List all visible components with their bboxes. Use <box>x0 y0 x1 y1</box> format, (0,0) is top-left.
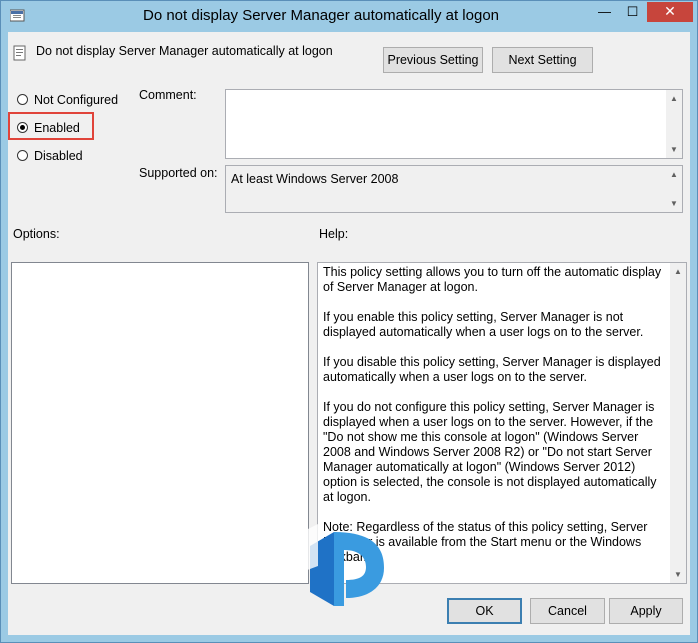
scroll-up-icon[interactable]: ▲ <box>670 170 678 179</box>
scroll-up-icon[interactable]: ▲ <box>674 267 682 276</box>
radio-button[interactable] <box>17 150 28 161</box>
options-label: Options: <box>13 227 60 241</box>
minimize-button[interactable]: — <box>591 2 618 22</box>
scroll-down-icon[interactable]: ▼ <box>674 570 682 579</box>
close-button[interactable]: ✕ <box>647 2 693 22</box>
scroll-down-icon[interactable]: ▼ <box>670 199 678 208</box>
help-scrollbar[interactable]: ▲ ▼ <box>670 263 686 583</box>
title-bar[interactable]: Do not display Server Manager automatica… <box>1 1 697 32</box>
comment-field[interactable]: ▲ ▼ <box>225 89 683 159</box>
radio-label: Enabled <box>34 121 80 135</box>
supported-on-label: Supported on: <box>139 166 218 180</box>
help-paragraph: If you enable this policy setting, Serve… <box>323 310 644 339</box>
ok-button[interactable]: OK <box>447 598 522 624</box>
next-setting-button[interactable]: Next Setting <box>492 47 593 73</box>
radio-label: Not Configured <box>34 93 119 107</box>
radio-button[interactable] <box>17 122 28 133</box>
maximize-button[interactable]: ☐ <box>619 2 646 22</box>
scroll-up-icon[interactable]: ▲ <box>670 94 678 103</box>
comment-scrollbar[interactable]: ▲ ▼ <box>666 90 682 158</box>
supported-on-field: At least Windows Server 2008 ▲ ▼ <box>225 165 683 213</box>
window-title: Do not display Server Manager automatica… <box>142 7 500 24</box>
policy-setting-icon <box>13 45 26 61</box>
help-paragraph: If you disable this policy setting, Serv… <box>323 355 661 384</box>
policy-name: Do not display Server Manager automatica… <box>36 44 333 58</box>
help-label: Help: <box>319 227 349 241</box>
radio-button[interactable] <box>17 94 28 105</box>
radio-label: Disabled <box>34 149 83 163</box>
cancel-button[interactable]: Cancel <box>530 598 605 624</box>
supported-on-value: At least Windows Server 2008 <box>231 172 399 186</box>
prajwal-logo-icon <box>302 524 384 606</box>
help-paragraph: This policy setting allows you to turn o… <box>323 265 662 294</box>
comment-label: Comment: <box>139 88 197 102</box>
options-pane <box>11 262 309 584</box>
policy-setting-window: Do not display Server Manager automatica… <box>0 0 698 643</box>
apply-button[interactable]: Apply <box>609 598 683 624</box>
help-paragraph: If you do not configure this policy sett… <box>323 400 657 504</box>
supported-scrollbar[interactable]: ▲ ▼ <box>666 166 682 212</box>
previous-setting-button[interactable]: Previous Setting <box>383 47 483 73</box>
scroll-down-icon[interactable]: ▼ <box>670 145 678 154</box>
